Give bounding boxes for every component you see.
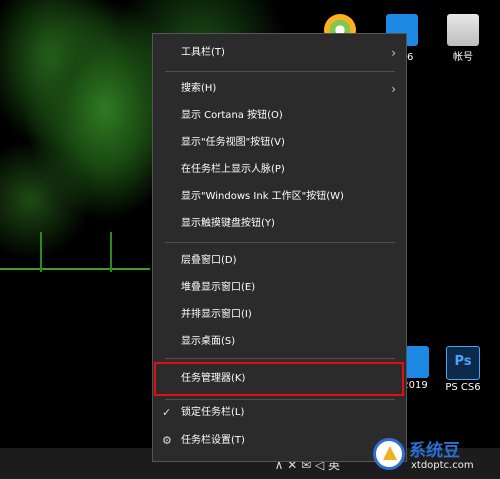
desktop-icon-label: 帐号 xyxy=(453,52,473,63)
menu-item-label: 显示"任务视图"按钮(V) xyxy=(181,137,285,148)
wallpaper-mark xyxy=(40,232,42,272)
chevron-right-icon: › xyxy=(391,82,396,96)
menu-item-taskbar-settings[interactable]: ⚙ 任务栏设置(T) xyxy=(153,431,406,451)
task-manager-highlight xyxy=(154,362,404,396)
menu-separator xyxy=(165,242,395,243)
menu-separator xyxy=(165,399,395,400)
menu-item-label: 显示"Windows Ink 工作区"按钮(W) xyxy=(181,191,344,202)
checkmark-icon: ✓ xyxy=(162,406,172,419)
menu-item-label: 在任务栏上显示人脉(P) xyxy=(181,164,285,175)
taskbar-context-menu: 工具栏(T) › 搜索(H) › 显示 Cortana 按钮(O) 显示"任务视… xyxy=(152,33,407,462)
menu-item-cascade-windows[interactable]: 层叠窗口(D) xyxy=(153,251,406,271)
menu-item-label: 并排显示窗口(I) xyxy=(181,309,252,320)
wallpaper-mark xyxy=(110,232,112,272)
desktop-icon-label: PS CS6 xyxy=(445,382,481,393)
menu-item-label: 锁定任务栏(L) xyxy=(181,407,245,418)
menu-item-label: 搜索(H) xyxy=(181,83,217,94)
menu-item-label: 显示桌面(S) xyxy=(181,336,236,347)
gear-icon: ⚙ xyxy=(162,434,172,447)
menu-item-show-touch-keyboard[interactable]: 显示触摸键盘按钮(Y) xyxy=(153,214,406,234)
menu-item-lock-taskbar[interactable]: ✓ 锁定任务栏(L) xyxy=(153,403,406,423)
menu-item-show-people[interactable]: 在任务栏上显示人脉(P) xyxy=(153,160,406,180)
user-account-icon xyxy=(447,14,479,46)
menu-item-show-task-view[interactable]: 显示"任务视图"按钮(V) xyxy=(153,133,406,153)
menu-item-label: 层叠窗口(D) xyxy=(181,255,237,266)
menu-item-side-by-side-windows[interactable]: 并排显示窗口(I) xyxy=(153,305,406,325)
menu-item-show-desktop[interactable]: 显示桌面(S) xyxy=(153,332,406,352)
menu-separator xyxy=(165,358,395,359)
watermark-logo xyxy=(373,438,405,470)
menu-separator xyxy=(165,71,395,72)
photoshop-icon: Ps xyxy=(446,346,480,380)
desktop-icon-account[interactable]: 帐号 xyxy=(433,14,493,63)
chevron-right-icon: › xyxy=(391,46,396,60)
watermark-title: 系统豆 xyxy=(409,441,460,461)
menu-item-label: 堆叠显示窗口(E) xyxy=(181,282,256,293)
menu-item-stack-windows[interactable]: 堆叠显示窗口(E) xyxy=(153,278,406,298)
menu-item-label: 显示 Cortana 按钮(O) xyxy=(181,110,283,121)
menu-item-label: 显示触摸键盘按钮(Y) xyxy=(181,218,275,229)
wallpaper-stripe xyxy=(0,268,150,270)
menu-item-search[interactable]: 搜索(H) › xyxy=(153,79,406,99)
watermark-url: xtdoptc.com xyxy=(411,460,474,471)
menu-item-label: 任务栏设置(T) xyxy=(181,435,245,446)
menu-item-label: 工具栏(T) xyxy=(181,47,225,58)
menu-item-toolbars[interactable]: 工具栏(T) › xyxy=(153,43,406,63)
menu-item-show-windows-ink[interactable]: 显示"Windows Ink 工作区"按钮(W) xyxy=(153,187,406,207)
menu-item-show-cortana[interactable]: 显示 Cortana 按钮(O) xyxy=(153,106,406,126)
desktop-icon-photoshop[interactable]: Ps PS CS6 xyxy=(433,346,493,393)
watermark: 系统豆 xtdoptc.com xyxy=(373,436,500,479)
